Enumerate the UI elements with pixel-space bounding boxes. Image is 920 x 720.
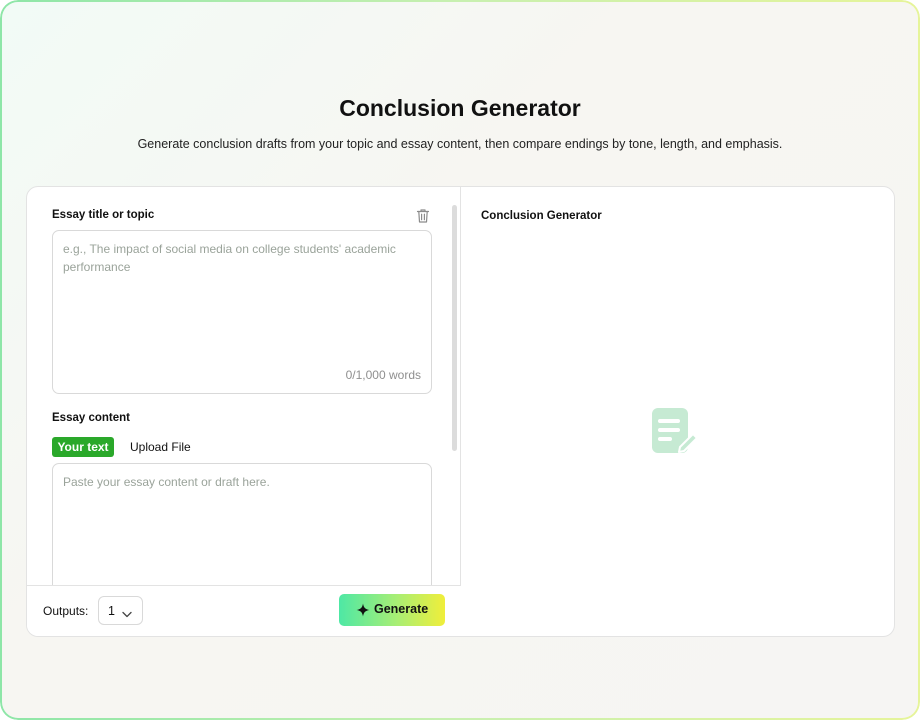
content-input[interactable] (53, 464, 431, 585)
generator-card: Essay title or topic 0/1,000 words Essay… (26, 186, 895, 637)
content-textbox (52, 463, 432, 585)
document-edit-icon (651, 407, 699, 455)
input-pane: Essay title or topic 0/1,000 words Essay… (27, 187, 461, 636)
page-title: Conclusion Generator (339, 95, 581, 121)
result-title: Conclusion Generator (481, 210, 602, 222)
tab-upload-file[interactable]: Upload File (130, 437, 191, 457)
scrollbar[interactable] (452, 205, 457, 585)
tab-your-text[interactable]: Your text (52, 437, 114, 457)
title-textbox: 0/1,000 words (52, 230, 432, 394)
trash-icon[interactable] (416, 208, 430, 224)
generate-label: Generate (374, 602, 429, 616)
word-count: 0/1,000 words (345, 368, 421, 382)
page-subtitle: Generate conclusion drafts from your top… (137, 137, 783, 151)
outputs-select[interactable]: 1 (98, 596, 143, 625)
content-field-label: Essay content (52, 412, 130, 424)
sparkle-icon (356, 603, 370, 617)
action-bar: Outputs: 1 Generate (27, 585, 461, 636)
generate-button[interactable]: Generate (339, 594, 445, 626)
title-field-label: Essay title or topic (52, 209, 155, 221)
scrollbar-thumb[interactable] (452, 205, 457, 451)
chevron-down-icon (121, 606, 133, 618)
outputs-label: Outputs: (43, 604, 89, 618)
outputs-value: 1 (108, 604, 115, 618)
input-scroll-area[interactable]: Essay title or topic 0/1,000 words Essay… (27, 187, 461, 585)
